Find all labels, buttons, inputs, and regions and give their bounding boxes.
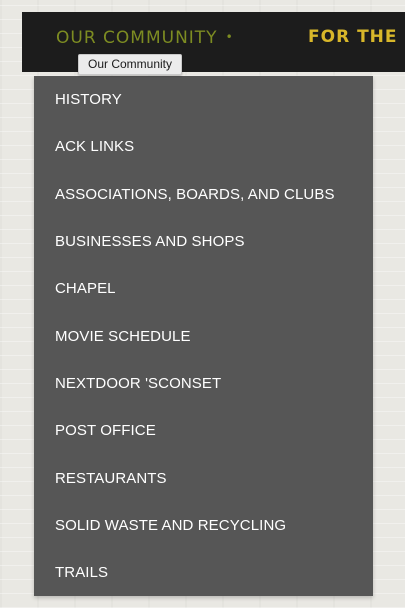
dropdown-menu-list: HISTORY ACK LINKS ASSOCIATIONS, BOARDS, …	[34, 76, 373, 596]
menu-item-nextdoor-sconset[interactable]: NEXTDOOR 'SCONSET	[34, 360, 373, 407]
active-indicator-dot-icon: •	[225, 30, 234, 44]
nav-item-our-community-label: OUR COMMUNITY	[56, 28, 218, 48]
nav-item-our-community[interactable]: OUR COMMUNITY •	[56, 25, 234, 50]
menu-item-businesses-and-shops[interactable]: BUSINESSES AND SHOPS	[34, 218, 373, 265]
our-community-dropdown-menu: HISTORY ACK LINKS ASSOCIATIONS, BOARDS, …	[34, 76, 373, 596]
menu-item-restaurants[interactable]: RESTAURANTS	[34, 454, 373, 501]
menu-item-chapel[interactable]: CHAPEL	[34, 265, 373, 312]
menu-item-history[interactable]: HISTORY	[34, 76, 373, 123]
menu-item-solid-waste-and-recycling[interactable]: SOLID WASTE AND RECYCLING	[34, 502, 373, 549]
nav-item-for-the[interactable]: FOR THE L	[308, 25, 405, 49]
menu-item-associations-boards-clubs[interactable]: ASSOCIATIONS, BOARDS, AND CLUBS	[34, 171, 373, 218]
menu-item-trails[interactable]: TRAILS	[34, 549, 373, 596]
menu-item-movie-schedule[interactable]: MOVIE SCHEDULE	[34, 312, 373, 359]
menu-item-post-office[interactable]: POST OFFICE	[34, 407, 373, 454]
tooltip-our-community: Our Community	[78, 54, 183, 75]
menu-item-ack-links[interactable]: ACK LINKS	[34, 123, 373, 170]
